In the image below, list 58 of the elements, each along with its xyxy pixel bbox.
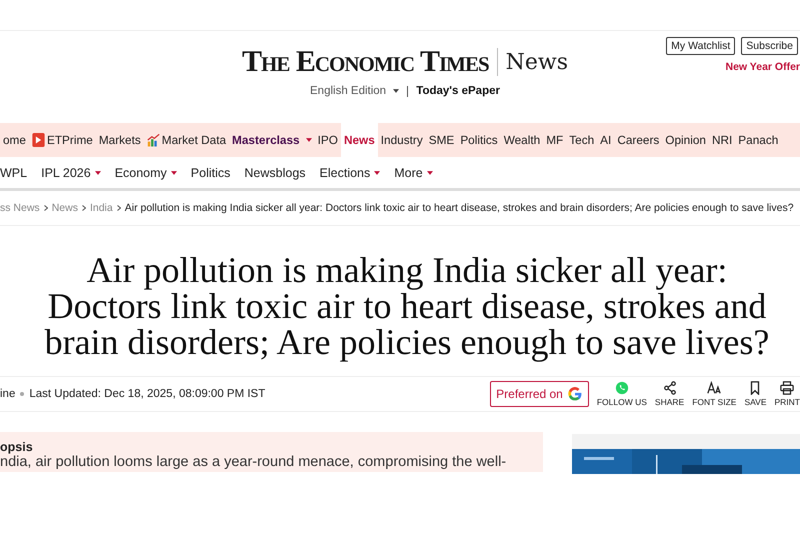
nav-item[interactable]: Market Data bbox=[144, 123, 230, 157]
nav-item[interactable]: NRI bbox=[708, 123, 736, 157]
offer-link[interactable]: New Year Offer bbox=[725, 61, 800, 73]
breadcrumb-link[interactable]: News bbox=[52, 202, 78, 214]
nav-item[interactable]: Industry bbox=[378, 123, 426, 157]
nav-item[interactable]: Politics bbox=[457, 123, 501, 157]
nav-item[interactable]: Panach bbox=[735, 123, 782, 157]
g-logo-icon bbox=[566, 386, 583, 402]
nav-item[interactable]: Masterclass bbox=[229, 123, 315, 157]
caret-icon bbox=[393, 88, 400, 93]
printer-icon bbox=[780, 381, 794, 395]
preferred-source-button[interactable]: Preferred on bbox=[490, 381, 589, 407]
play-icon bbox=[32, 133, 45, 147]
nav-item[interactable]: IPO bbox=[314, 123, 341, 157]
nav-item[interactable]: News bbox=[340, 123, 378, 157]
nav-item[interactable]: Careers bbox=[614, 123, 662, 157]
subnav-item[interactable]: Economy bbox=[114, 166, 177, 180]
subnav-item[interactable]: More bbox=[394, 166, 433, 180]
chevron-icon bbox=[116, 205, 121, 211]
font-size-icon bbox=[707, 381, 722, 395]
chevron-icon bbox=[82, 205, 86, 211]
subnav-item[interactable]: IPL 2026 bbox=[41, 166, 101, 180]
article-action[interactable]: FOLLOW US bbox=[596, 381, 647, 407]
byline: ine bbox=[0, 388, 16, 400]
edition-dropdown[interactable]: English Edition bbox=[310, 85, 400, 97]
synopsis-title: opsis bbox=[0, 440, 34, 454]
site-logo[interactable]: The Economic Times bbox=[242, 45, 489, 79]
subnav-item[interactable]: Elections bbox=[320, 166, 380, 180]
nav-item[interactable]: Markets bbox=[96, 123, 144, 157]
header-button[interactable]: My Watchlist bbox=[666, 37, 736, 55]
nav-item[interactable]: MF bbox=[543, 123, 566, 157]
header-button[interactable]: Subscribe bbox=[741, 37, 798, 55]
article-action[interactable]: PRINT bbox=[774, 381, 800, 407]
synopsis-text: ndia, air pollution looms large as a year-round menace, compromising the well- bbox=[0, 454, 508, 470]
article-action[interactable]: FONT SIZE bbox=[692, 381, 736, 407]
chat-bubble-icon bbox=[614, 381, 629, 395]
breadcrumb-current: Air pollution is making India sicker all year: Doctors link toxic air to heart disease, strokes and brain disorders; Are policies enough to save lives? bbox=[124, 202, 794, 214]
article-headline: Air pollution is making India sicker all year: Doctors link toxic air to heart disease, strokes and brain disorders; Are policies enough to save lives? bbox=[44, 252, 770, 360]
breadcrumb-link[interactable]: ss News bbox=[0, 202, 40, 214]
article-action[interactable]: SHARE bbox=[654, 381, 684, 407]
nav-item[interactable]: AI bbox=[597, 123, 614, 157]
share-icon bbox=[662, 381, 677, 395]
updated-time: Last Updated: Dec 18, 2025, 08:09:00 PM IST bbox=[29, 388, 266, 400]
nav-item[interactable]: Tech bbox=[566, 123, 598, 157]
nav-item[interactable]: Opinion bbox=[662, 123, 709, 157]
nav-item[interactable]: ome bbox=[0, 123, 29, 157]
section-title[interactable]: News bbox=[506, 50, 568, 74]
subnav-item[interactable]: WPL bbox=[0, 166, 28, 180]
subnav-item[interactable]: Politics bbox=[190, 166, 230, 180]
nav-item[interactable]: Wealth bbox=[500, 123, 544, 157]
nav-item[interactable]: ETPrime bbox=[28, 123, 96, 157]
subnav-item[interactable]: Newsblogs bbox=[244, 166, 306, 180]
chevron-icon bbox=[44, 205, 48, 211]
epaper-link[interactable]: Today's ePaper bbox=[416, 85, 500, 97]
nav-item[interactable]: SME bbox=[426, 123, 458, 157]
chart-icon bbox=[146, 133, 160, 147]
article-action[interactable]: SAVE bbox=[744, 381, 766, 407]
breadcrumb-link[interactable]: India bbox=[90, 202, 113, 214]
